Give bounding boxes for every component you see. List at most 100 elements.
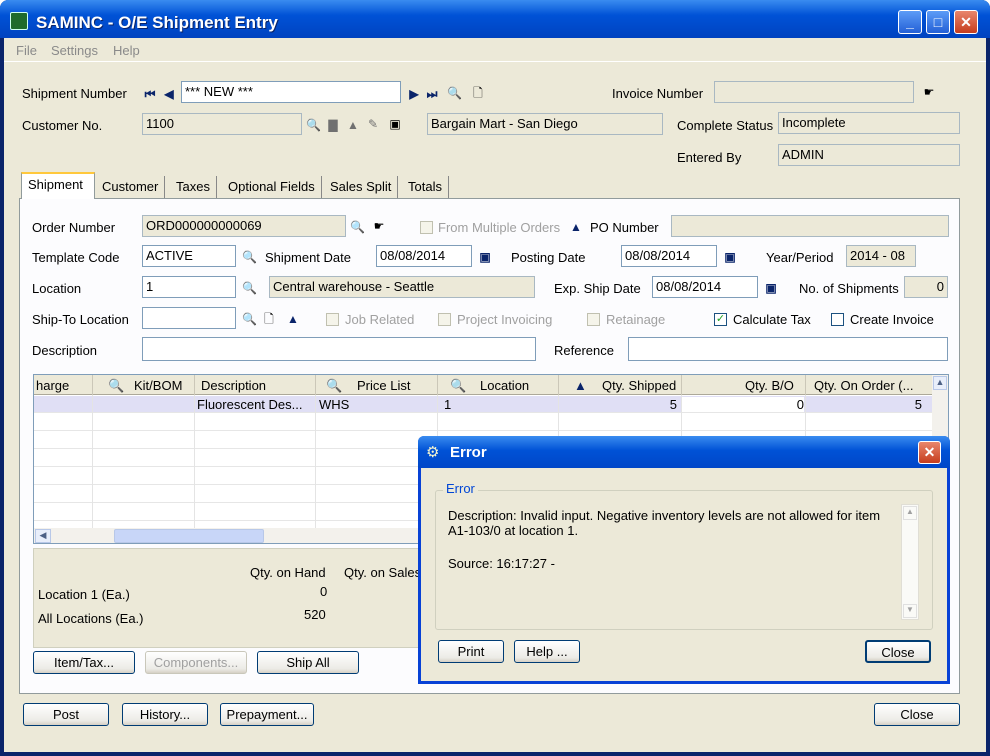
minimize-button[interactable]: _	[898, 10, 922, 34]
post-button[interactable]: Post	[23, 703, 109, 726]
scroll-thumb[interactable]	[114, 529, 264, 543]
ship-to-new-icon[interactable]: 🗋	[262, 312, 276, 326]
close-window-button[interactable]: ✕	[954, 10, 978, 34]
scroll-down-icon[interactable]: ▼	[903, 604, 917, 618]
error-close-button[interactable]: Close	[865, 640, 931, 663]
complete-status-field: Incomplete	[778, 112, 960, 134]
shipment-date-input[interactable]: 08/08/2014	[376, 245, 472, 267]
quantity-summary: Qty. on Hand Qty. on Sales Location 1 (E…	[33, 548, 433, 648]
ship-to-location-input[interactable]	[142, 307, 236, 329]
col-location[interactable]: Location	[480, 378, 529, 393]
job-related-label: Job Related	[345, 312, 415, 327]
order-finder-icon: 🔍	[350, 220, 365, 234]
create-invoice-checkbox[interactable]	[831, 313, 844, 326]
posting-date-calendar-icon[interactable]: ▣	[723, 250, 737, 264]
shipment-date-calendar-icon[interactable]: ▣	[478, 250, 492, 264]
tab-totals[interactable]: Totals	[402, 176, 449, 198]
history-button[interactable]: History...	[122, 703, 208, 726]
scroll-up-icon[interactable]: ▲	[933, 376, 947, 390]
col-qty-bo[interactable]: Qty. B/O	[745, 378, 794, 393]
exp-ship-date-input[interactable]: 08/08/2014	[652, 276, 758, 298]
col-kit-search-icon[interactable]: 🔍	[108, 378, 124, 394]
tab-sales-split[interactable]: Sales Split	[324, 176, 399, 198]
tab-optional-fields[interactable]: Optional Fields	[222, 176, 322, 198]
exp-ship-date-calendar-icon[interactable]: ▣	[764, 281, 778, 295]
year-period-field: 2014 - 08	[846, 245, 916, 267]
cell-price-list: WHS	[319, 397, 350, 412]
close-button[interactable]: Close	[874, 703, 960, 726]
reference-input[interactable]	[628, 337, 948, 361]
col-qty-shipped[interactable]: Qty. Shipped	[602, 378, 676, 393]
location-input[interactable]: 1	[142, 276, 236, 298]
reference-label: Reference	[554, 343, 614, 358]
ship-to-finder-icon[interactable]: 🔍	[242, 312, 257, 326]
menu-help[interactable]: Help	[113, 43, 140, 58]
finder-icon[interactable]: 🔍	[447, 86, 462, 100]
shipment-date-label: Shipment Date	[265, 250, 351, 265]
previous-record-icon[interactable]: ◀	[162, 87, 176, 101]
error-group-label: Error	[443, 481, 478, 496]
cell-qty-bo[interactable]: 0	[682, 397, 804, 412]
error-message-scrollbar[interactable]: ▲ ▼	[901, 504, 919, 620]
col-charge[interactable]: harge	[36, 378, 69, 393]
col-description[interactable]: Description	[201, 378, 266, 393]
menu-file[interactable]: File	[16, 43, 37, 58]
drilldown-icon[interactable]: ☛	[922, 85, 936, 99]
posting-date-label: Posting Date	[511, 250, 586, 265]
ship-all-button[interactable]: Ship All	[257, 651, 359, 674]
create-invoice-label: Create Invoice	[850, 312, 934, 327]
calculate-tax-label: Calculate Tax	[733, 312, 811, 327]
tab-customer[interactable]: Customer	[96, 176, 166, 198]
scroll-up-icon[interactable]: ▲	[903, 506, 917, 520]
ship-to-zoom-icon[interactable]: ▲	[286, 312, 300, 326]
col-qty-on-order[interactable]: Qty. On Order (...	[814, 378, 913, 393]
po-zoom-icon[interactable]: ▲	[569, 220, 583, 234]
customer-finder-icon: 🔍	[306, 118, 321, 132]
error-help-button[interactable]: Help ...	[514, 640, 580, 663]
customer-name-field: Bargain Mart - San Diego	[427, 113, 663, 135]
prepayment-button[interactable]: Prepayment...	[220, 703, 314, 726]
col-price-search-icon[interactable]: 🔍	[326, 378, 342, 394]
error-dialog: ⚙ Error ✕ Error Description: Invalid inp…	[418, 436, 950, 684]
customer-detail-icon[interactable]: ▣	[388, 117, 402, 131]
error-close-icon[interactable]: ✕	[918, 441, 941, 464]
error-dialog-title-bar: ⚙ Error ✕	[418, 436, 950, 468]
new-document-icon[interactable]: 🗋	[471, 86, 485, 100]
location-finder-icon[interactable]: 🔍	[242, 281, 257, 295]
col-location-search-icon[interactable]: 🔍	[450, 378, 466, 394]
first-record-icon[interactable]: ⏮	[143, 87, 157, 101]
location-name-field: Central warehouse - Seattle	[269, 276, 535, 298]
col-price-list[interactable]: Price List	[357, 378, 410, 393]
template-code-label: Template Code	[32, 250, 120, 265]
maximize-button[interactable]: □	[926, 10, 950, 34]
table-row[interactable]: Fluorescent Des... WHS 1 5 0 5	[34, 396, 934, 413]
last-record-icon[interactable]: ⏭	[425, 87, 439, 101]
no-shipments-field: 0	[904, 276, 948, 298]
template-code-input[interactable]: ACTIVE	[142, 245, 236, 267]
calculate-tax-checkbox[interactable]: ✓	[714, 313, 727, 326]
col-kit-bom[interactable]: Kit/BOM	[134, 378, 182, 393]
template-finder-icon[interactable]: 🔍	[242, 250, 257, 264]
retainage-checkbox	[587, 313, 600, 326]
shipment-number-input[interactable]: *** NEW ***	[181, 81, 401, 103]
po-number-label: PO Number	[590, 220, 659, 235]
exp-ship-date-label: Exp. Ship Date	[554, 281, 641, 296]
main-window: SAMINC - O/E Shipment Entry _ □ ✕ File S…	[0, 0, 990, 756]
components-button: Components...	[145, 651, 247, 674]
grid-header: harge 🔍 Kit/BOM Description 🔍 Price List…	[34, 375, 948, 395]
tab-shipment[interactable]: Shipment	[21, 172, 95, 199]
menu-settings[interactable]: Settings	[51, 43, 98, 58]
scroll-left-icon[interactable]: ◀	[35, 529, 51, 543]
next-record-icon[interactable]: ▶	[407, 87, 421, 101]
posting-date-input[interactable]: 08/08/2014	[621, 245, 717, 267]
entered-by-field: ADMIN	[778, 144, 960, 166]
description-input[interactable]	[142, 337, 536, 361]
order-drilldown-icon[interactable]: ☛	[372, 219, 386, 233]
table-row[interactable]	[34, 414, 934, 431]
col-qty-shipped-zoom-icon[interactable]: ▲	[574, 378, 587, 393]
tab-taxes[interactable]: Taxes	[170, 176, 217, 198]
error-print-button[interactable]: Print	[438, 640, 504, 663]
edit-icon: ✎	[367, 117, 379, 131]
item-tax-button[interactable]: Item/Tax...	[33, 651, 135, 674]
error-dialog-title: Error	[450, 444, 487, 461]
